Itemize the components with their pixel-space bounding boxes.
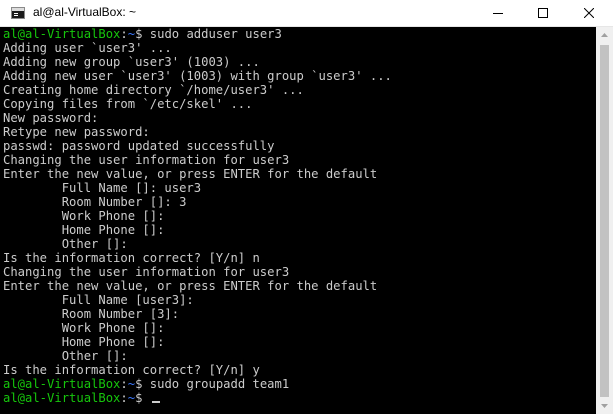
terminal-prompt-line: al@al-VirtualBox:~$ sudo groupadd team1 bbox=[3, 377, 596, 391]
terminal-output-line: Changing the user information for user3 bbox=[3, 265, 290, 279]
terminal-output-line: Enter the new value, or press ENTER for … bbox=[3, 279, 378, 293]
terminal-prompt-line: al@al-VirtualBox:~$ sudo adduser user3 bbox=[3, 27, 596, 41]
terminal-output-line: Full Name []: user3 bbox=[3, 181, 202, 195]
prompt-user-host: al@al-VirtualBox bbox=[3, 27, 121, 41]
terminal-prompt-line: al@al-VirtualBox:~$ bbox=[3, 391, 596, 405]
terminal-output-line: Creating home directory `/home/user3' ..… bbox=[3, 83, 304, 97]
minimize-icon bbox=[493, 13, 503, 14]
terminal-output-line: Home Phone []: bbox=[3, 223, 165, 237]
prompt-path: ~ bbox=[127, 27, 136, 41]
terminal-output-line: Changing the user information for user3 bbox=[3, 153, 290, 167]
close-button[interactable] bbox=[566, 0, 612, 27]
prompt-colon: : bbox=[120, 377, 128, 391]
terminal-output-line: Room Number [3]: bbox=[3, 307, 180, 321]
prompt-user-host: al@al-VirtualBox bbox=[3, 391, 121, 405]
close-icon bbox=[584, 8, 594, 18]
terminal-output[interactable]: al@al-VirtualBox:~$ sudo adduser user3 Ad… bbox=[0, 27, 596, 414]
terminal-output-line: Home Phone []: bbox=[3, 335, 165, 349]
prompt-colon: : bbox=[120, 391, 128, 405]
terminal-window: al@al-VirtualBox: ~ al@al-VirtualBox:~$ … bbox=[0, 0, 613, 414]
prompt-user-host: al@al-VirtualBox bbox=[3, 377, 121, 391]
terminal-output-line: Work Phone []: bbox=[3, 209, 165, 223]
terminal-output-line: Retype new password: bbox=[3, 125, 150, 139]
terminal-output-line: New password: bbox=[3, 111, 99, 125]
terminal-output-line: Enter the new value, or press ENTER for … bbox=[3, 167, 378, 181]
maximize-button[interactable] bbox=[520, 0, 566, 27]
maximize-icon bbox=[538, 8, 548, 18]
prompt-path: ~ bbox=[127, 391, 136, 405]
prompt-symbol: $ bbox=[135, 27, 150, 41]
terminal-output-line: Is the information correct? [Y/n] n bbox=[3, 251, 260, 265]
terminal-output-line: Full Name [user3]: bbox=[3, 293, 194, 307]
terminal-output-line: Work Phone []: bbox=[3, 321, 165, 335]
terminal-output-line: Room Number []: 3 bbox=[3, 195, 187, 209]
terminal-app-icon bbox=[11, 7, 25, 19]
command-text: sudo groupadd team1 bbox=[149, 377, 290, 391]
prompt-symbol: $ bbox=[135, 391, 150, 405]
minimize-button[interactable] bbox=[475, 0, 521, 27]
terminal-output-line: Adding new group `user3' (1003) ... bbox=[3, 55, 260, 69]
prompt-colon: : bbox=[120, 27, 128, 41]
text-cursor bbox=[151, 401, 160, 403]
prompt-path: ~ bbox=[127, 377, 136, 391]
vertical-scrollbar[interactable] bbox=[596, 27, 613, 414]
terminal-output-line: Is the information correct? [Y/n] y bbox=[3, 363, 260, 377]
prompt-symbol: $ bbox=[135, 377, 150, 391]
command-text: sudo adduser user3 bbox=[149, 27, 282, 41]
scroll-down-arrow-icon[interactable] bbox=[600, 401, 609, 410]
terminal-output-line: Other []: bbox=[3, 349, 128, 363]
window-title: al@al-VirtualBox: ~ bbox=[33, 5, 137, 19]
terminal-output-line: passwd: password updated successfully bbox=[3, 139, 275, 153]
terminal-output-line: Other []: bbox=[3, 237, 128, 251]
terminal-output-line: Copying files from `/etc/skel' ... bbox=[3, 97, 253, 111]
scrollbar-thumb[interactable] bbox=[600, 45, 609, 397]
terminal-output-line: Adding user `user3' ... bbox=[3, 41, 172, 55]
scroll-up-arrow-icon[interactable] bbox=[600, 31, 609, 40]
title-bar[interactable]: al@al-VirtualBox: ~ bbox=[0, 0, 613, 27]
terminal-output-line: Adding new user `user3' (1003) with grou… bbox=[3, 69, 392, 83]
